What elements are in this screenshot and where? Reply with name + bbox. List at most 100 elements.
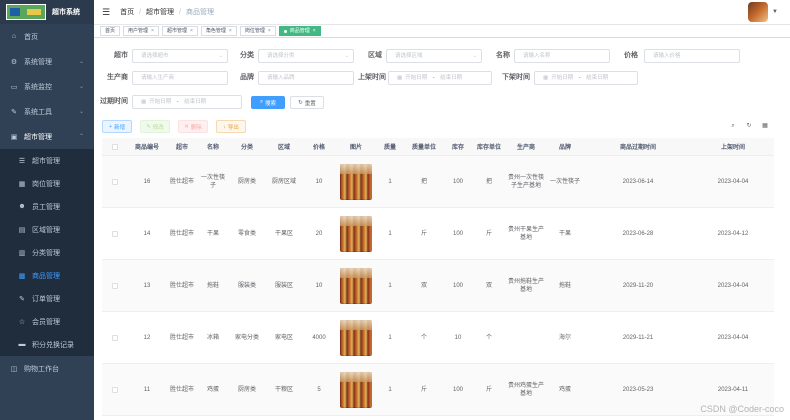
select-all-checkbox[interactable]	[112, 143, 118, 150]
expire-time-range[interactable]: ▦ 开始日期 - 结束日期	[132, 95, 242, 109]
submenu-item-3[interactable]: ▤ 区域管理	[0, 218, 94, 241]
submenu-item-label: 积分兑换记录	[32, 341, 74, 349]
table-row[interactable]: 12 胜仕超市 冰箱 家电分类 家电区 4000 1 个 10 个 海尔 2029-11-21 2023…	[102, 312, 774, 364]
cell-category: 零食类	[237, 230, 256, 237]
tag-3[interactable]: 角色管理 ×	[200, 26, 237, 36]
breadcrumb-supermarket[interactable]: 超市管理	[146, 7, 174, 17]
caret-down-icon[interactable]: ▼	[772, 9, 778, 15]
sidebar-item-1[interactable]: ⚙ 系统管理 ⌄	[0, 49, 94, 74]
home-icon: ⌂	[11, 33, 17, 40]
reset-button[interactable]: ↻ 重置	[290, 96, 324, 109]
cell-maker: 贵州一次性筷子生产基地	[508, 174, 545, 189]
edit-icon: ✎	[146, 123, 151, 130]
table-row[interactable]: 13 胜仕超市 拖鞋 服装类 服装区 10 1 双 100 双 贵州拖鞋生产基地 拖鞋 2029-11-…	[102, 260, 774, 312]
row-checkbox[interactable]	[112, 230, 118, 237]
submenu-item-label: 商品管理	[32, 272, 60, 280]
submenu-item-8[interactable]: ▬ 积分兑换记录	[0, 333, 94, 356]
cell-qty: 1	[388, 282, 392, 289]
cell-stock: 100	[452, 386, 463, 393]
submenu-item-label: 订单管理	[32, 295, 60, 303]
row-checkbox[interactable]	[112, 386, 118, 393]
category-select[interactable]: 请选择分类 ⌄	[258, 49, 354, 63]
export-button[interactable]: ↓ 导出	[216, 120, 246, 133]
shelf-time-range[interactable]: ▦ 开始日期 - 结束日期	[388, 71, 492, 85]
close-icon[interactable]: ×	[268, 27, 271, 36]
cell-area: 厨房区域	[271, 178, 296, 185]
column-header-0[interactable]	[102, 143, 128, 150]
chevron-down-icon: ⌄	[472, 53, 477, 59]
brand-input[interactable]: 请输入品牌	[258, 71, 354, 85]
tag-2[interactable]: 超市管理 ×	[161, 26, 198, 36]
cell-sunit: 斤	[485, 230, 492, 237]
cell-sunit: 双	[485, 282, 492, 289]
chevron-icon: ⌄	[78, 109, 84, 115]
column-header-5: 区域	[277, 145, 290, 151]
cell-shop: 胜仕超市	[169, 178, 194, 185]
star-icon: ☆	[18, 318, 26, 326]
goods-image[interactable]	[340, 163, 372, 200]
close-icon[interactable]: ×	[151, 27, 154, 36]
navbar: ☰ 首页 / 超市管理 / 商品管理 ▼	[94, 0, 790, 24]
close-icon[interactable]: ×	[190, 27, 193, 36]
supermarket-select[interactable]: 请选择超市 ⌄	[132, 49, 228, 63]
submenu-item-5[interactable]: ▩ 商品管理	[0, 264, 94, 287]
cell-shelf: 2023-04-12	[717, 230, 749, 237]
sidebar-item-4[interactable]: ▣ 超市管理 ⌃	[0, 124, 94, 149]
table-row[interactable]: 16 胜仕超市 一次性筷子 厨房类 厨房区域 10 1 把 100 把贵州一次性筷子生产基地 一次性…	[102, 156, 774, 208]
cell-shelf: 2023-04-04	[717, 282, 749, 289]
goods-image[interactable]	[340, 215, 372, 252]
name-input[interactable]: 请输入名称	[514, 49, 610, 63]
delete-button[interactable]: ✕ 删除	[178, 120, 208, 133]
shop-icon: ▣	[10, 133, 18, 141]
filter-label-shelf-time: 上架时间	[358, 74, 386, 81]
area-select[interactable]: 请选择区域 ⌄	[386, 49, 482, 63]
row-checkbox[interactable]	[112, 178, 118, 185]
submenu-item-label: 岗位管理	[32, 180, 60, 188]
cell-maker: 贵州鸡蛋生产基地	[508, 382, 545, 397]
sidebar-item-2[interactable]: ▭ 系统监控 ⌄	[0, 74, 94, 99]
table-row[interactable]: 11 胜仕超市 鸡蛋 厨房类 干粮区 5 1 斤 100 斤 贵州鸡蛋生产基地 鸡蛋 2023-05-2…	[102, 364, 774, 416]
cell-expire: 2023-06-28	[622, 230, 654, 237]
tag-4[interactable]: 岗位管理 ×	[239, 26, 276, 36]
submenu-item-7[interactable]: ☆ 会员管理	[0, 310, 94, 333]
goods-image[interactable]	[340, 371, 372, 408]
close-icon[interactable]: ×	[313, 27, 316, 36]
sidebar-item-workbench[interactable]: ◫ 购物工作台	[0, 356, 94, 381]
columns-icon[interactable]: ▦	[760, 121, 770, 131]
goods-image[interactable]	[340, 267, 372, 304]
edit-button[interactable]: ✎ 修改	[140, 120, 170, 133]
submenu-item-6[interactable]: ✎ 订单管理	[0, 287, 94, 310]
cell-id: 11	[143, 386, 151, 393]
tag-5[interactable]: 商品管理 ×	[278, 26, 321, 36]
submenu-item-1[interactable]: ▦ 岗位管理	[0, 172, 94, 195]
row-checkbox[interactable]	[112, 282, 118, 289]
submenu-item-0[interactable]: ☰ 超市管理	[0, 149, 94, 172]
add-button[interactable]: + 新增	[102, 120, 132, 133]
cell-qunit: 斤	[420, 386, 427, 393]
submenu-item-4[interactable]: ▥ 分类管理	[0, 241, 94, 264]
submenu-item-label: 分类管理	[32, 249, 60, 257]
search-toggle-icon[interactable]: ⌕	[728, 121, 738, 131]
refresh-icon[interactable]: ↻	[744, 121, 754, 131]
goods-image[interactable]	[340, 319, 372, 356]
maker-input[interactable]: 请输入生产商	[132, 71, 228, 85]
hamburger-icon[interactable]: ☰	[102, 7, 110, 18]
tag-1[interactable]: 用户管理 ×	[123, 26, 159, 36]
row-checkbox[interactable]	[112, 334, 118, 341]
avatar[interactable]	[748, 2, 768, 22]
calendar-icon: ▦	[141, 99, 147, 105]
tag-0[interactable]: 首页	[100, 26, 121, 36]
offshelf-time-range[interactable]: ▦ 开始日期 - 结束日期	[534, 71, 638, 85]
price-input[interactable]: 请输入价格	[644, 49, 740, 63]
breadcrumb-current: 商品管理	[185, 9, 214, 16]
table-row[interactable]: 14 胜仕超市 干果 零食类 干果区 20 1 斤 100 斤 贵州干果生产基地 干果 2023-06-…	[102, 208, 774, 260]
search-button[interactable]: ⌕ 搜索	[251, 96, 285, 109]
sidebar-item-0[interactable]: ⌂ 首页	[0, 24, 94, 49]
cell-stock: 100	[452, 282, 463, 289]
cell-expire: 2029-11-21	[622, 334, 654, 341]
breadcrumb-home[interactable]: 首页	[120, 7, 134, 17]
close-icon[interactable]: ×	[229, 27, 232, 36]
sidebar-item-3[interactable]: ✎ 系统工具 ⌄	[0, 99, 94, 124]
cell-id: 16	[143, 178, 151, 185]
submenu-item-2[interactable]: ☻ 员工管理	[0, 195, 94, 218]
